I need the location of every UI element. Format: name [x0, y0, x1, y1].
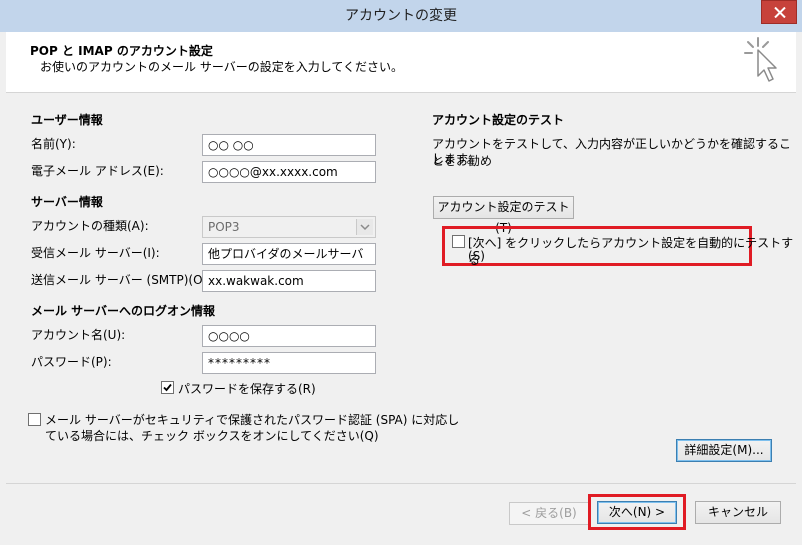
user-info-heading: ユーザー情報 — [31, 113, 103, 127]
account-change-dialog: アカウントの変更 POP と IMAP のアカウント設定 お使いのアカウントのメ… — [0, 0, 802, 545]
outgoing-server-label: 送信メール サーバー (SMTP)(O): — [31, 273, 212, 287]
account-name-input[interactable]: ○○○○ — [202, 325, 376, 347]
spa-label-line2[interactable]: ている場合には、チェック ボックスをオンにしてください(Q) — [45, 427, 379, 444]
checkmark-icon — [163, 383, 172, 392]
spa-checkbox[interactable] — [28, 413, 41, 426]
outgoing-server-input[interactable]: xx.wakwak.com — [202, 270, 376, 292]
server-info-heading: サーバー情報 — [31, 195, 103, 209]
close-icon — [774, 7, 786, 18]
title-bar[interactable]: アカウントの変更 — [0, 0, 802, 32]
test-heading: アカウント設定のテスト — [432, 113, 565, 127]
password-label: パスワード(P): — [31, 355, 112, 369]
remember-password-checkbox[interactable] — [161, 381, 174, 394]
cancel-button[interactable]: キャンセル — [695, 501, 781, 524]
account-type-label: アカウントの種類(A): — [31, 219, 149, 233]
test-desc-line2: します。 — [432, 152, 479, 166]
window-title: アカウントの変更 — [345, 8, 457, 24]
chevron-down-icon — [356, 219, 373, 235]
test-account-button[interactable]: アカウント設定のテスト(T) — [433, 196, 574, 235]
spa-label-line1[interactable]: メール サーバーがセキュリティで保護されたパスワード認証 (SPA) に対応し — [45, 411, 459, 428]
name-label: 名前(Y): — [31, 137, 76, 151]
back-button[interactable]: < 戻る(B) — [509, 502, 589, 525]
incoming-server-label: 受信メール サーバー(I): — [31, 246, 160, 260]
page-title: POP と IMAP のアカウント設定 — [30, 44, 213, 58]
name-input[interactable]: ○○ ○○ — [202, 134, 376, 156]
email-input[interactable]: ○○○○@xx.xxxx.com — [202, 161, 376, 183]
incoming-server-input[interactable]: 他プロバイダのメールサーバ — [202, 243, 376, 265]
cursor-sparkle-icon — [744, 37, 777, 82]
remember-password-label[interactable]: パスワードを保存する(R) — [178, 380, 316, 397]
next-button[interactable]: 次へ(N) > — [597, 501, 677, 524]
page-subtitle: お使いのアカウントのメール サーバーの設定を入力してください。 — [40, 60, 403, 74]
footer-divider — [6, 483, 796, 484]
more-settings-button[interactable]: 詳細設定(M)... — [676, 439, 772, 462]
auto-test-label-line1[interactable]: [次へ] をクリックしたらアカウント設定を自動的にテストする — [468, 234, 802, 268]
close-button[interactable] — [761, 0, 797, 24]
auto-test-checkbox[interactable] — [452, 235, 465, 248]
account-type-select: POP3 — [202, 216, 376, 238]
auto-test-label-line2[interactable]: (S) — [468, 249, 485, 263]
account-type-value: POP3 — [208, 220, 240, 234]
account-name-label: アカウント名(U): — [31, 328, 126, 342]
test-desc-line1: アカウントをテストして、入力内容が正しいかどうかを確認することをお勧め — [432, 137, 792, 168]
logon-info-heading: メール サーバーへのログオン情報 — [31, 304, 216, 318]
email-label: 電子メール アドレス(E): — [31, 164, 164, 178]
password-input[interactable]: ********* — [202, 352, 376, 374]
